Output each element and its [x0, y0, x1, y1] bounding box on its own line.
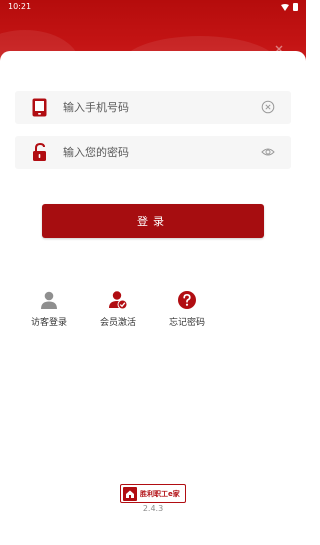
- member-activate-button[interactable]: 会员激活: [83, 290, 153, 328]
- home-icon: [123, 486, 137, 501]
- login-button[interactable]: 登录: [42, 204, 264, 238]
- forgot-password-label: 忘记密码: [168, 318, 205, 328]
- login-card: 登录 访客登录 会员激活 忘记密码 胜利职工e家: [0, 51, 306, 545]
- password-input[interactable]: [63, 143, 243, 162]
- status-time: 10:21: [8, 2, 32, 11]
- password-field[interactable]: [15, 136, 291, 169]
- eye-icon[interactable]: [261, 145, 275, 159]
- status-bar: 10:21: [0, 0, 306, 14]
- phone-field[interactable]: [15, 91, 291, 124]
- forgot-password-button[interactable]: 忘记密码: [152, 290, 222, 328]
- phone-icon: [32, 98, 47, 117]
- member-check-icon: [109, 291, 128, 310]
- logo-text: 胜利职工e家: [140, 489, 180, 498]
- question-icon: [178, 291, 196, 309]
- person-icon: [41, 291, 57, 309]
- app-version: 2.4.3: [142, 504, 164, 513]
- app-logo: 胜利职工e家: [120, 484, 186, 503]
- clear-icon[interactable]: [261, 100, 275, 114]
- phone-input[interactable]: [63, 98, 243, 117]
- guest-login-label: 访客登录: [30, 318, 67, 328]
- wifi-icon: [281, 3, 289, 11]
- lock-icon: [33, 143, 46, 161]
- guest-login-button[interactable]: 访客登录: [14, 290, 84, 328]
- battery-icon: [293, 3, 298, 11]
- member-activate-label: 会员激活: [99, 318, 136, 328]
